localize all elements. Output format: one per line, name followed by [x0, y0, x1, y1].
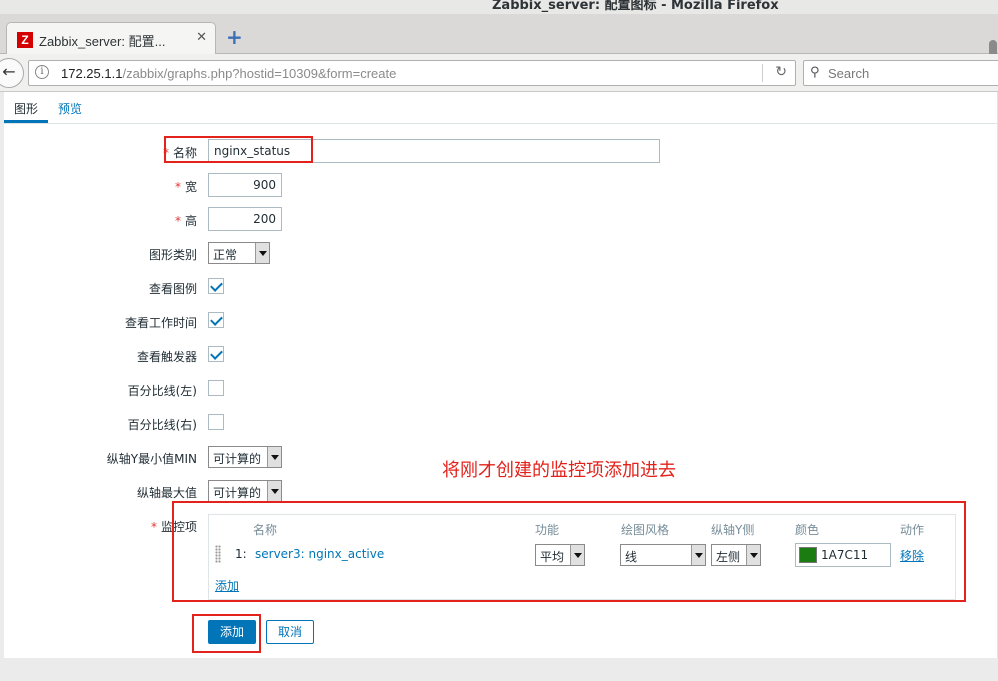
cancel-button[interactable]: 取消: [266, 620, 314, 644]
show-triggers-label: 查看触发器: [136, 350, 197, 364]
width-input[interactable]: 900: [208, 173, 282, 197]
annotation-text: 将刚才创建的监控项添加进去: [442, 460, 676, 481]
show-working-time-checkbox[interactable]: [208, 312, 224, 328]
percentile-right-label: 百分比线(右): [127, 418, 197, 432]
window-title: Zabbix_server: 配置图标 - Mozilla Firefox: [492, 0, 779, 13]
search-placeholder: Search: [828, 66, 870, 81]
url-text[interactable]: 172.25.1.1/zabbix/graphs.php?hostid=1030…: [61, 66, 396, 81]
browser-tab[interactable]: Z Zabbix_server: 配置... ✕: [6, 22, 216, 55]
ymin-label: 纵轴Y最小值MIN: [106, 452, 197, 466]
page-content: 图形 预览 * 名称 nginx_status * 宽 900 * 高 200 图形类…: [3, 92, 998, 658]
highlight-add-button-box: [192, 614, 261, 653]
browser-tab-title: Zabbix_server: 配置...: [39, 34, 166, 49]
show-triggers-checkbox[interactable]: [208, 346, 224, 362]
show-legend-label: 查看图例: [148, 282, 197, 296]
chevron-down-icon: [267, 447, 281, 467]
highlight-items-box: [172, 501, 966, 602]
back-arrow-icon[interactable]: ←: [0, 58, 24, 88]
ymax-label: 纵轴最大值: [136, 486, 197, 500]
page-bottom-area: [0, 658, 998, 681]
chevron-down-icon: [255, 243, 269, 263]
window-titlebar: Zabbix_server: 配置图标 - Mozilla Firefox: [0, 0, 998, 14]
percentile-right-checkbox[interactable]: [208, 414, 224, 430]
url-path: /zabbix/graphs.php?hostid=10309&form=cre…: [122, 66, 397, 81]
highlight-name-box: [164, 136, 313, 163]
percentile-left-checkbox[interactable]: [208, 380, 224, 396]
tab-graph[interactable]: 图形: [3, 100, 49, 123]
zabbix-favicon-icon: Z: [17, 32, 33, 48]
reload-icon[interactable]: ↻: [775, 64, 787, 80]
show-working-time-label: 查看工作时间: [124, 316, 197, 330]
height-label: * 高: [174, 214, 197, 228]
height-input[interactable]: 200: [208, 207, 282, 231]
close-tab-icon[interactable]: ✕: [196, 30, 207, 45]
url-host: 172.25.1.1: [61, 66, 123, 81]
search-bar[interactable]: ⚲ Search: [803, 60, 998, 86]
url-separator: [762, 64, 763, 82]
site-info-icon[interactable]: i: [35, 65, 49, 79]
tab-preview[interactable]: 预览: [58, 100, 82, 117]
search-icon: ⚲: [810, 65, 820, 80]
show-legend-checkbox[interactable]: [208, 278, 224, 294]
ymax-select[interactable]: 可计算的: [208, 480, 282, 502]
url-bar[interactable]: i 172.25.1.1/zabbix/graphs.php?hostid=10…: [28, 60, 796, 86]
navigation-bar: ← i 172.25.1.1/zabbix/graphs.php?hostid=…: [0, 54, 998, 92]
tab-strip: Z Zabbix_server: 配置... ✕ +: [0, 14, 998, 92]
chevron-down-icon: [267, 481, 281, 501]
graph-type-select[interactable]: 正常: [208, 242, 270, 264]
ymin-select[interactable]: 可计算的: [208, 446, 282, 468]
graph-type-label: 图形类别: [148, 248, 197, 262]
width-label: * 宽: [174, 180, 197, 194]
percentile-left-label: 百分比线(左): [127, 384, 197, 398]
form-tabs: 图形 预览: [3, 92, 998, 124]
new-tab-icon[interactable]: +: [226, 27, 243, 47]
